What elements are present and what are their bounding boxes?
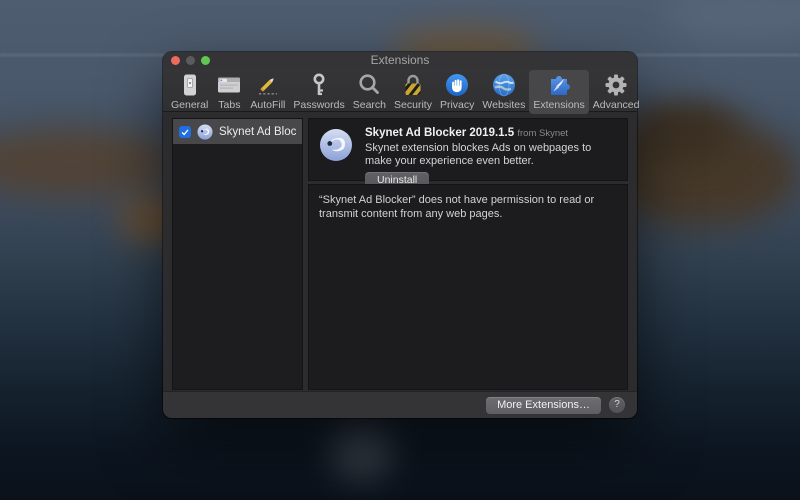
- extension-enabled-checkbox[interactable]: [179, 126, 191, 138]
- extensions-puzzle-icon: [546, 72, 572, 98]
- preferences-toolbar: General Tabs AutoFill Passwords Search: [163, 69, 637, 112]
- toolbar-label: Passwords: [293, 99, 344, 111]
- toolbar-tab-privacy[interactable]: Privacy: [436, 70, 478, 114]
- minimize-button-disabled: [186, 56, 195, 65]
- more-extensions-button[interactable]: More Extensions…: [486, 397, 601, 414]
- extension-detail-header: Skynet Ad Blocker 2019.1.5 from Skynet S…: [308, 118, 628, 181]
- toolbar-label: Security: [394, 99, 432, 111]
- window-footer: More Extensions… ?: [163, 391, 637, 418]
- wallpaper-sea-glow: [330, 422, 394, 480]
- toolbar-tab-security[interactable]: Security: [390, 70, 436, 114]
- extension-description: Skynet extension blockes Ads on webpages…: [365, 142, 617, 168]
- toolbar-label: Privacy: [440, 99, 474, 111]
- toolbar-label: Tabs: [218, 99, 240, 111]
- security-lock-icon: [400, 72, 426, 98]
- toolbar-label: Extensions: [533, 99, 584, 111]
- wallpaper-hill-left: [0, 128, 180, 198]
- toolbar-tab-search[interactable]: Search: [349, 70, 390, 114]
- privacy-hand-icon: [444, 72, 470, 98]
- websites-globe-icon: [491, 72, 517, 98]
- toolbar-tab-extensions[interactable]: Extensions: [529, 70, 588, 114]
- tabs-icon: [216, 72, 242, 98]
- zoom-button[interactable]: [201, 56, 210, 65]
- toolbar-tab-websites[interactable]: Websites: [478, 70, 529, 114]
- permission-text: “Skynet Ad Blocker” does not have permis…: [319, 194, 615, 221]
- help-button[interactable]: ?: [609, 397, 625, 413]
- skynet-extension-icon: [197, 124, 213, 140]
- extension-permissions-panel: “Skynet Ad Blocker” does not have permis…: [308, 184, 628, 390]
- toolbar-label: Search: [353, 99, 386, 111]
- general-switch-icon: [177, 72, 203, 98]
- skynet-extension-icon-large: [319, 128, 353, 162]
- toolbar-tab-autofill[interactable]: AutoFill: [246, 70, 289, 114]
- toolbar-label: Advanced: [593, 99, 640, 111]
- window-titlebar[interactable]: Extensions: [163, 52, 637, 69]
- toolbar-tab-general[interactable]: General: [167, 70, 212, 114]
- toolbar-label: Websites: [482, 99, 525, 111]
- extension-list-item[interactable]: Skynet Ad Blocker: [173, 119, 302, 144]
- close-button[interactable]: [171, 56, 180, 65]
- traffic-lights: [171, 56, 210, 65]
- wallpaper-island-right-top: [630, 100, 740, 160]
- extension-detail-text: Skynet Ad Blocker 2019.1.5 from Skynet S…: [365, 126, 617, 173]
- wallpaper-cloud: [660, 0, 800, 40]
- extension-name: Skynet Ad Blocker: [219, 126, 296, 138]
- extension-title-line: Skynet Ad Blocker 2019.1.5 from Skynet: [365, 127, 617, 139]
- toolbar-tab-advanced[interactable]: Advanced: [589, 70, 644, 114]
- advanced-gear-icon: [603, 72, 629, 98]
- toolbar-tab-tabs[interactable]: Tabs: [212, 70, 246, 114]
- toolbar-label: General: [171, 99, 208, 111]
- window-title: Extensions: [163, 52, 637, 69]
- extensions-list: Skynet Ad Blocker: [172, 118, 303, 390]
- extension-byline: from Skynet: [517, 128, 568, 139]
- toolbar-label: AutoFill: [250, 99, 285, 111]
- toolbar-tab-passwords[interactable]: Passwords: [289, 70, 348, 114]
- extension-title: Skynet Ad Blocker 2019.1.5: [365, 127, 514, 139]
- passwords-key-icon: [306, 72, 332, 98]
- search-icon: [356, 72, 382, 98]
- safari-extensions-preferences-window: Extensions General Tabs AutoFill Passw: [163, 52, 637, 418]
- autofill-pencil-icon: [255, 72, 281, 98]
